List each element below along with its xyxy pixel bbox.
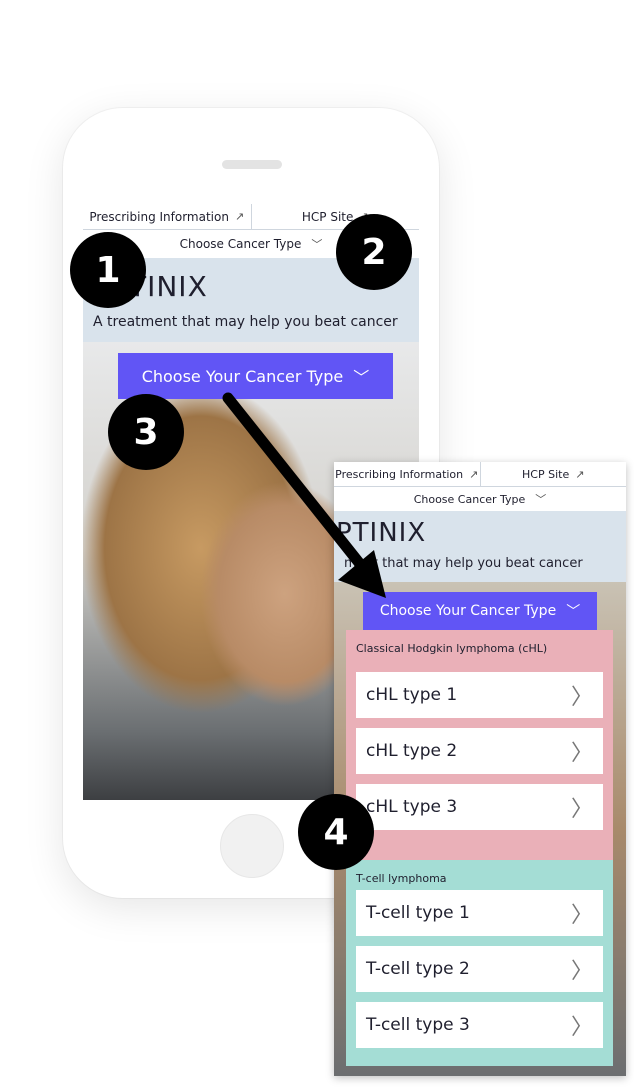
step-badge-1: 1	[70, 232, 146, 308]
step-badge-2: 2	[336, 214, 412, 290]
step-badge-3: 3	[108, 394, 184, 470]
arrow-head	[338, 550, 386, 598]
arrow-shaft	[222, 392, 374, 580]
step-badge-4: 4	[298, 794, 374, 870]
pointer-arrow	[222, 392, 386, 598]
